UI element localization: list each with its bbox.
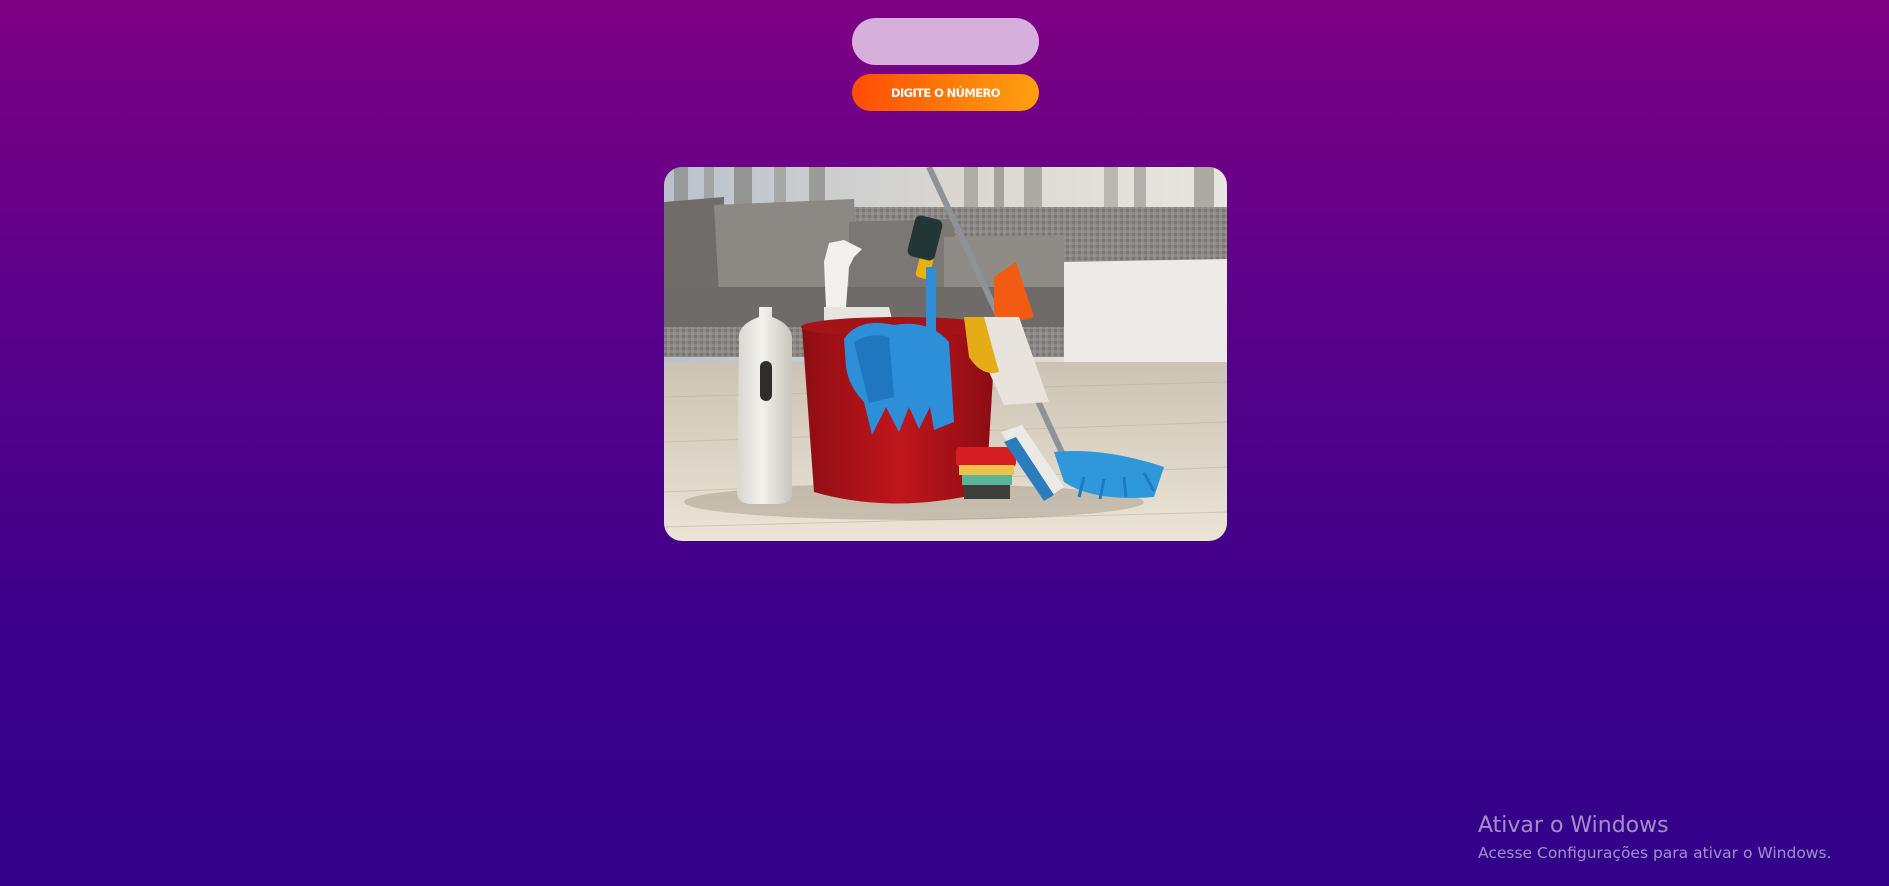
cleaning-supplies-image — [664, 167, 1227, 541]
windows-activation-watermark: Ativar o Windows Acesse Configurações pa… — [1478, 811, 1832, 864]
number-input[interactable] — [852, 18, 1039, 65]
submit-number-button[interactable]: DIGITE O NÚMERO — [852, 74, 1039, 111]
watermark-subtitle: Acesse Configurações para ativar o Windo… — [1478, 844, 1832, 862]
watermark-title: Ativar o Windows — [1478, 813, 1669, 838]
